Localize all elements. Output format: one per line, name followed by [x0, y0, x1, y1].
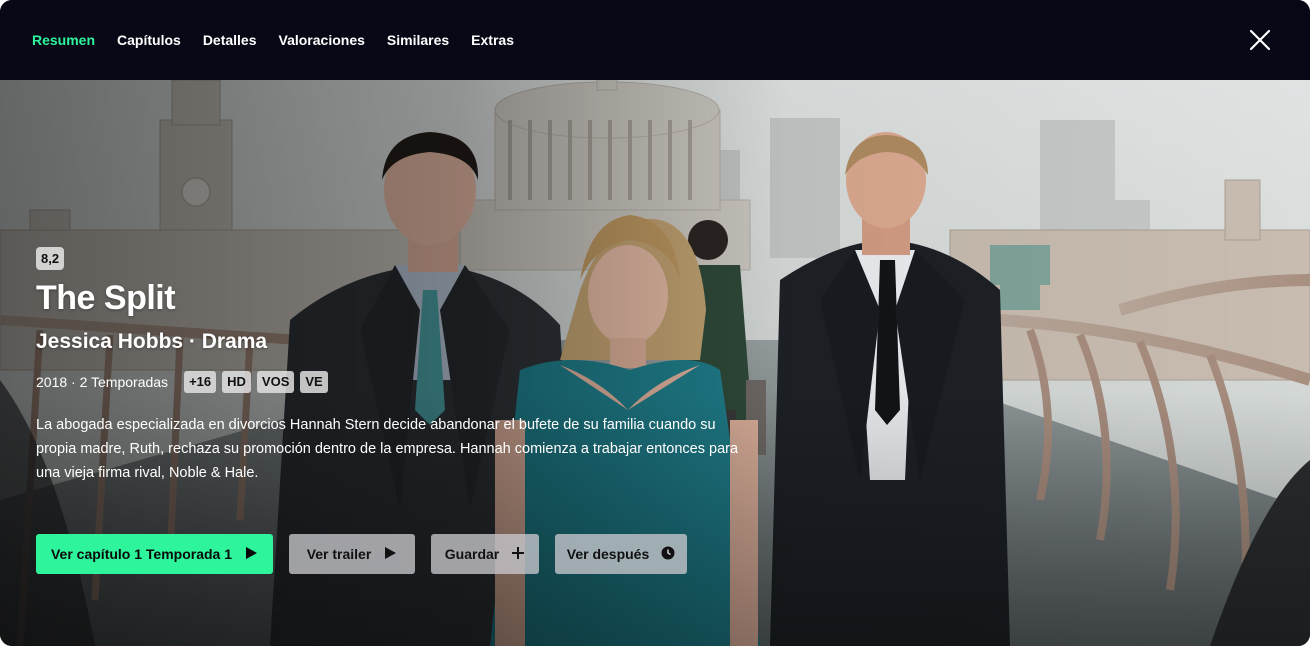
- trailer-button[interactable]: Ver trailer: [289, 534, 415, 574]
- tab-capitulos[interactable]: Capítulos: [117, 31, 181, 49]
- synopsis: La abogada especializada en divorcios Ha…: [36, 417, 739, 481]
- watch-later-label: Ver después: [566, 546, 650, 562]
- tab-detalles[interactable]: Detalles: [203, 31, 257, 49]
- age-rating-badge: +16: [184, 371, 217, 393]
- tab-similares[interactable]: Similares: [387, 31, 449, 49]
- save-button[interactable]: Guardar: [431, 534, 539, 574]
- top-nav: Resumen Capítulos Detalles Valoraciones …: [0, 0, 1310, 80]
- close-icon[interactable]: [1246, 26, 1274, 54]
- tab-valoraciones[interactable]: Valoraciones: [279, 31, 365, 49]
- play-episode-label: Ver capítulo 1 Temporada 1: [50, 546, 233, 562]
- show-title: The Split: [36, 279, 176, 317]
- trailer-label: Ver trailer: [306, 546, 372, 562]
- show-subtitle: Jessica Hobbs · Drama: [36, 330, 268, 353]
- clock-icon: [661, 546, 675, 563]
- rating-badge: 8,2: [36, 247, 65, 270]
- plus-icon: [511, 546, 525, 563]
- tab-extras[interactable]: Extras: [471, 31, 514, 49]
- detail-modal: Resumen Capítulos Detalles Valoraciones …: [0, 0, 1310, 646]
- hd-badge: HD: [222, 371, 251, 393]
- tab-resumen[interactable]: Resumen: [32, 31, 95, 49]
- meta-row: 2018 · 2 Temporadas +16 HD VOS VE: [36, 371, 334, 393]
- play-icon: [244, 546, 258, 563]
- play-icon: [383, 546, 397, 563]
- action-bar: Ver capítulo 1 Temporada 1 Ver trailer G…: [36, 534, 703, 574]
- vos-badge: VOS: [256, 371, 295, 393]
- ve-badge: VE: [300, 371, 328, 393]
- meta-year-seasons: 2018 · 2 Temporadas: [36, 374, 169, 390]
- play-episode-button[interactable]: Ver capítulo 1 Temporada 1: [36, 534, 273, 574]
- save-label: Guardar: [444, 546, 500, 562]
- tab-list: Resumen Capítulos Detalles Valoraciones …: [32, 31, 536, 49]
- watch-later-button[interactable]: Ver después: [555, 534, 687, 574]
